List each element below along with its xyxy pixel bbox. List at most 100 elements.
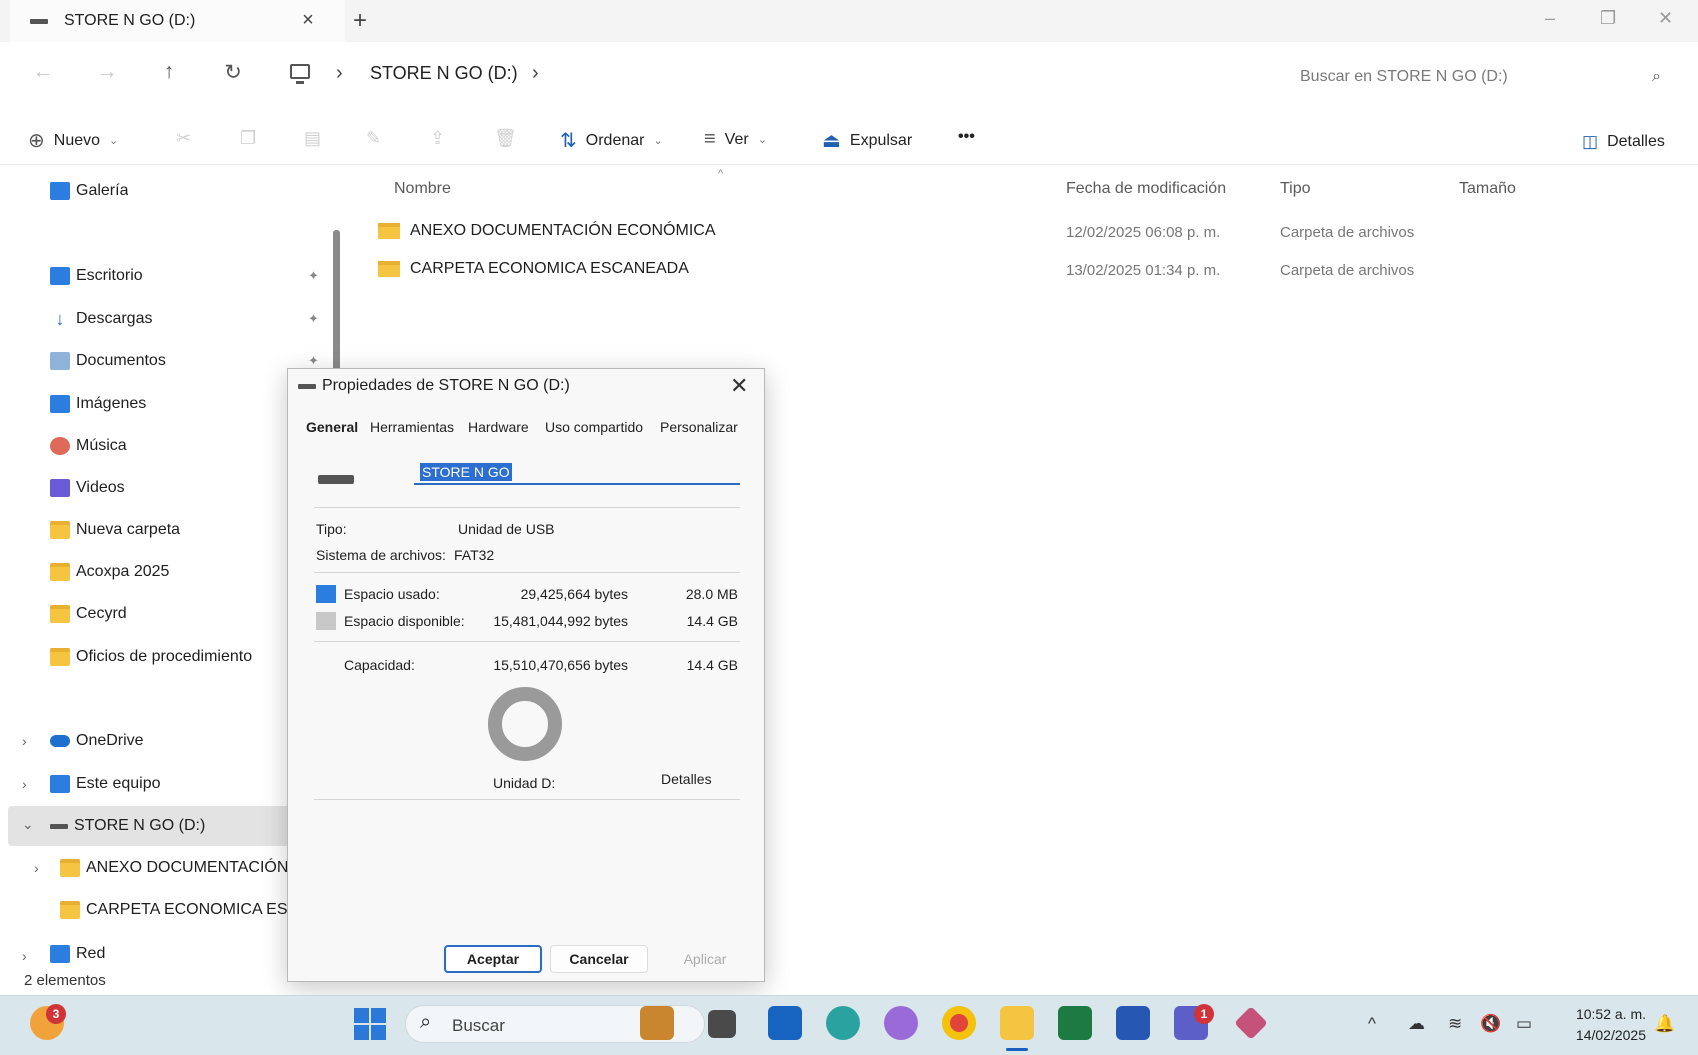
eject-button[interactable]: ⏏ Expulsar — [822, 128, 912, 153]
tab-store-n-go[interactable]: STORE N GO (D:) — [10, 0, 345, 42]
delete-icon[interactable]: 🗑 — [494, 128, 517, 149]
minimize-button[interactable]: – — [1545, 8, 1555, 29]
dialog-close-icon[interactable]: ✕ — [730, 373, 748, 399]
sidebar-item-cecyrd[interactable]: Cecyrd — [50, 600, 127, 628]
gallery-icon — [50, 182, 70, 200]
column-header-type[interactable]: Tipo — [1280, 180, 1311, 198]
sidebar-item-acoxpa[interactable]: Acoxpa 2025 — [50, 558, 169, 586]
copilot-icon[interactable] — [884, 1006, 918, 1040]
sidebar-item-videos[interactable]: Videos — [50, 474, 125, 502]
sidebar-item-documents[interactable]: Documentos — [50, 347, 166, 375]
usage-donut-chart — [488, 687, 562, 761]
edge-icon[interactable] — [826, 1006, 860, 1040]
more-options-button[interactable]: ••• — [958, 128, 975, 146]
terminal-app-icon[interactable] — [708, 1010, 736, 1038]
word-icon[interactable] — [1116, 1006, 1150, 1040]
sidebar-item-network[interactable]: Red — [50, 940, 105, 968]
sidebar-item-drive[interactable]: STORE N GO (D:) — [50, 812, 205, 840]
back-button[interactable]: ← — [28, 60, 58, 84]
column-header-size[interactable]: Tamaño — [1459, 180, 1516, 198]
expand-chevron-icon[interactable]: › — [22, 948, 27, 964]
onedrive-tray-icon[interactable]: ☁ — [1408, 1014, 1425, 1034]
sidebar-item-music[interactable]: Música — [50, 432, 127, 460]
this-pc-icon[interactable] — [290, 64, 310, 84]
wifi-icon[interactable]: ≋ — [1448, 1014, 1462, 1034]
expand-chevron-icon[interactable]: › — [34, 860, 39, 876]
tab-general[interactable]: General — [306, 419, 358, 435]
battery-icon[interactable]: ▭ — [1516, 1014, 1532, 1034]
taskbar-search-label: Buscar — [452, 1016, 505, 1035]
sidebar-item-this-pc[interactable]: Este equipo — [50, 770, 161, 798]
tray-chevron-icon[interactable]: ^ — [1368, 1014, 1376, 1034]
excel-icon[interactable] — [1058, 1006, 1092, 1040]
share-icon[interactable]: ⇪ — [430, 128, 445, 149]
pin-icon[interactable]: ✦ — [308, 353, 319, 369]
sidebar-scrollbar[interactable] — [333, 230, 340, 372]
filesystem-value: FAT32 — [454, 547, 495, 563]
start-logo-tile — [354, 1008, 369, 1023]
taskbar-time[interactable]: 10:52 a. m. — [1562, 1006, 1646, 1022]
refresh-button[interactable]: ↻ — [218, 60, 248, 85]
pin-icon[interactable]: ✦ — [308, 268, 319, 284]
search-icon[interactable]: ⌕ — [1652, 68, 1661, 86]
file-explorer-icon[interactable] — [1000, 1006, 1034, 1040]
notification-bell-icon[interactable]: 🔔 — [1654, 1014, 1675, 1034]
cancel-button[interactable]: Cancelar — [550, 945, 648, 973]
close-window-button[interactable]: ✕ — [1658, 8, 1673, 29]
outlook-icon[interactable] — [768, 1006, 802, 1040]
sidebar-item-label: Documentos — [76, 352, 166, 369]
details-pane-button[interactable]: ◫ Detalles — [1582, 132, 1665, 152]
file-row[interactable]: ANEXO DOCUMENTACIÓN ECONÓMICA — [378, 222, 716, 240]
drive-icon — [30, 18, 48, 24]
tab-personalizar[interactable]: Personalizar — [660, 419, 738, 435]
folder-icon — [60, 859, 80, 877]
ok-button[interactable]: Aceptar — [444, 945, 542, 973]
file-row[interactable]: CARPETA ECONOMICA ESCANEADA — [378, 260, 689, 278]
view-button[interactable]: ≡ Ver ⌄ — [704, 128, 767, 151]
breadcrumb-chevron-icon[interactable]: › — [532, 62, 539, 85]
sidebar-item-anexo[interactable]: ANEXO DOCUMENTACIÓN E — [60, 854, 288, 882]
cut-icon[interactable]: ✂ — [176, 128, 191, 149]
column-header-modified[interactable]: Fecha de modificación — [1066, 180, 1226, 198]
sidebar-item-oficios[interactable]: Oficios de procedimiento — [50, 643, 252, 671]
breadcrumb-current[interactable]: STORE N GO (D:) — [370, 63, 518, 84]
view-label: Ver — [724, 130, 749, 148]
tab-close-icon[interactable]: × — [296, 9, 320, 32]
tab-herramientas[interactable]: Herramientas — [370, 419, 454, 435]
forward-button[interactable]: → — [92, 60, 122, 84]
sidebar-item-carpeta[interactable]: CARPETA ECONOMICA ESCA — [60, 896, 288, 924]
dialog-title-bar[interactable]: Propiedades de STORE N GO (D:) — [298, 377, 570, 395]
copy-icon[interactable]: ❐ — [240, 128, 256, 149]
chrome-icon[interactable] — [942, 1006, 976, 1040]
details-button[interactable]: Detalles — [661, 771, 712, 787]
sidebar-item-nueva-carpeta[interactable]: Nueva carpeta — [50, 516, 180, 544]
apply-button[interactable]: Aplicar — [656, 945, 754, 973]
up-button[interactable]: ↑ — [154, 60, 184, 84]
breadcrumb-chevron-icon[interactable]: › — [336, 62, 343, 85]
taskbar-date[interactable]: 14/02/2025 — [1556, 1027, 1646, 1043]
sidebar-item-gallery[interactable]: Galería — [50, 177, 128, 205]
sidebar-item-pictures[interactable]: Imágenes — [50, 390, 146, 418]
collapse-chevron-icon[interactable]: ⌄ — [22, 816, 34, 833]
expand-chevron-icon[interactable]: › — [22, 733, 27, 749]
sidebar-item-label: CARPETA ECONOMICA ESCA — [86, 901, 288, 918]
column-header-name[interactable]: Nombre — [394, 180, 451, 198]
sidebar-item-downloads[interactable]: ↓ Descargas — [50, 305, 153, 333]
start-logo-tile — [371, 1025, 386, 1040]
new-tab-button[interactable]: + — [353, 7, 367, 35]
pin-icon[interactable]: ✦ — [308, 311, 319, 327]
download-icon: ↓ — [55, 309, 65, 329]
rename-icon[interactable]: ✎ — [366, 128, 381, 149]
new-button[interactable]: ⊕ Nuevo ⌄ — [28, 128, 118, 153]
maximize-button[interactable]: ❐ — [1600, 8, 1616, 29]
tab-hardware[interactable]: Hardware — [468, 419, 529, 435]
paste-icon[interactable]: ▤ — [304, 128, 321, 149]
start-button[interactable] — [354, 1008, 386, 1040]
sort-button[interactable]: ⇅ Ordenar ⌄ — [560, 128, 663, 153]
volume-muted-icon[interactable]: 🔇 — [1480, 1014, 1501, 1034]
sidebar-item-desktop[interactable]: Escritorio — [50, 262, 143, 290]
work-briefcase-icon[interactable] — [640, 1006, 674, 1040]
sidebar-item-onedrive[interactable]: OneDrive — [50, 727, 144, 755]
tab-uso-compartido[interactable]: Uso compartido — [545, 419, 643, 435]
expand-chevron-icon[interactable]: › — [22, 776, 27, 792]
